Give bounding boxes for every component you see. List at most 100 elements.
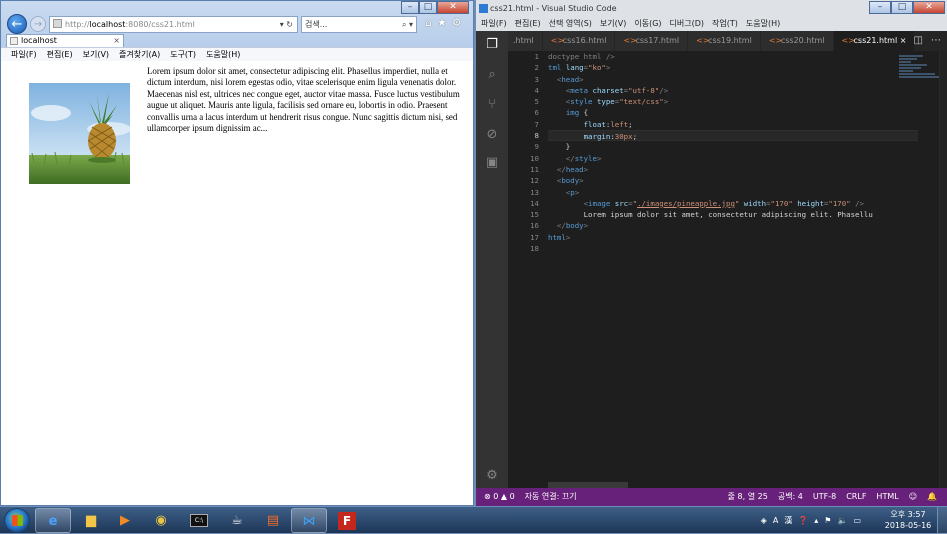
- code-line[interactable]: doctype html />: [548, 51, 918, 62]
- home-icon[interactable]: ⌂: [425, 16, 432, 29]
- code-line[interactable]: <meta charset="utf-8"/>: [548, 85, 918, 96]
- taskbar-vscode[interactable]: ⋈: [291, 508, 327, 533]
- code-token: >: [583, 221, 589, 231]
- taskbar-explorer[interactable]: ▆: [73, 508, 109, 533]
- language-mode[interactable]: HTML: [876, 488, 898, 506]
- maximize-button[interactable]: □: [891, 1, 913, 14]
- code-editor[interactable]: 1 2 3 4 5 6 7 8 9 10 11 12 13 14 15 16 17 18 doctype html…: [508, 51, 947, 488]
- code-line[interactable]: img {: [548, 107, 918, 118]
- menu-edit[interactable]: 편집(E): [47, 48, 73, 61]
- taskbar-media[interactable]: ▶: [107, 508, 143, 533]
- address-bar[interactable]: http://localhost:8080/css21.html ▾ ↻: [49, 16, 298, 33]
- menu-favorites[interactable]: 즐겨찾기(A): [119, 48, 160, 61]
- tab-css16[interactable]: <> css16.html: [542, 31, 616, 51]
- menu-help[interactable]: 도움말(H): [206, 48, 240, 61]
- menu-debug[interactable]: 디버그(D): [670, 18, 704, 31]
- vertical-scrollbar[interactable]: [939, 51, 947, 488]
- debug-icon[interactable]: ⊘: [484, 127, 500, 143]
- hanja-icon[interactable]: 漢: [784, 515, 792, 526]
- taskbar-java[interactable]: ☕: [219, 508, 255, 533]
- code-line[interactable]: <body>: [548, 175, 918, 186]
- menu-view[interactable]: 보기(V): [600, 18, 626, 31]
- indentation[interactable]: 공백: 4: [778, 488, 803, 506]
- clock[interactable]: 오후 3:57 2018-05-16: [883, 509, 933, 531]
- network-icon[interactable]: ▭: [853, 516, 861, 525]
- language-bar-icon[interactable]: ◈: [761, 516, 767, 525]
- code-line[interactable]: <p>: [548, 187, 918, 198]
- ie-tab[interactable]: localhost ×: [6, 34, 124, 47]
- tab-css17[interactable]: <> css17.html: [615, 31, 689, 51]
- more-icon[interactable]: ⋯: [931, 31, 941, 51]
- action-center-icon[interactable]: ⚑: [824, 516, 831, 525]
- minimize-button[interactable]: –: [869, 1, 891, 14]
- menu-tools[interactable]: 도구(T): [170, 48, 196, 61]
- code-line[interactable]: </body>: [548, 220, 918, 231]
- close-icon[interactable]: ×: [113, 35, 120, 47]
- search-icon[interactable]: ⌕ ▾: [402, 17, 413, 32]
- code-line[interactable]: Lorem ipsum dolor sit amet, consectetur …: [548, 209, 918, 220]
- cursor-position[interactable]: 줄 8, 열 25: [728, 488, 768, 506]
- source-control-icon[interactable]: ⑂: [484, 97, 500, 113]
- code-line[interactable]: [548, 243, 918, 254]
- menu-view[interactable]: 보기(V): [83, 48, 109, 61]
- code-area[interactable]: doctype html /> tml lang="ko"> <head> <me…: [548, 51, 918, 254]
- code-line[interactable]: margin:30px;: [548, 130, 918, 142]
- tab-html[interactable]: .html: [508, 31, 543, 51]
- menu-go[interactable]: 이동(G): [634, 18, 661, 31]
- taskbar-filezilla[interactable]: F: [329, 508, 365, 533]
- back-button[interactable]: ←: [7, 14, 27, 34]
- code-line[interactable]: </head>: [548, 164, 918, 175]
- star-icon[interactable]: ★: [437, 16, 447, 29]
- code-line[interactable]: <style type="text/css">: [548, 96, 918, 107]
- code-line[interactable]: <image src="./images/pineapple.jpg" widt…: [548, 198, 918, 209]
- show-hidden-icons[interactable]: ▴: [814, 516, 818, 525]
- gear-icon[interactable]: ⚙: [452, 16, 462, 29]
- problems-status[interactable]: ⊗ 0 ▲ 0: [484, 488, 515, 506]
- volume-icon[interactable]: 🔈: [837, 516, 847, 525]
- feedback-icon[interactable]: ☺: [909, 488, 917, 506]
- minimap[interactable]: [899, 55, 939, 85]
- forward-button[interactable]: →: [30, 16, 46, 32]
- line-ending[interactable]: CRLF: [846, 488, 866, 506]
- line-number: 5: [534, 97, 539, 107]
- ime-mode-icon[interactable]: A: [773, 516, 778, 525]
- tab-css20[interactable]: <> css20.html: [760, 31, 834, 51]
- menu-file[interactable]: 파일(F): [11, 48, 37, 61]
- taskbar-app[interactable]: ▤: [255, 508, 291, 533]
- close-icon[interactable]: ×: [900, 36, 907, 45]
- taskbar-ie[interactable]: e: [35, 508, 71, 533]
- encoding[interactable]: UTF-8: [813, 488, 836, 506]
- code-line[interactable]: }: [548, 141, 918, 152]
- code-token: meta: [570, 85, 593, 95]
- show-desktop-button[interactable]: [937, 507, 947, 534]
- gear-icon[interactable]: ⚙: [484, 468, 500, 484]
- tab-css19[interactable]: <> css19.html: [688, 31, 761, 51]
- files-icon[interactable]: ❐: [484, 37, 500, 53]
- split-editor-icon[interactable]: ◫: [914, 31, 923, 51]
- search-input[interactable]: 검색... ⌕ ▾: [301, 16, 417, 33]
- refresh-icon[interactable]: ▾ ↻: [280, 17, 293, 32]
- auto-attach-status[interactable]: 자동 연결: 끄기: [525, 488, 577, 506]
- start-button[interactable]: [4, 508, 30, 533]
- code-line[interactable]: tml lang="ko">: [548, 62, 918, 73]
- code-line[interactable]: html>: [548, 232, 918, 243]
- close-button[interactable]: ✕: [913, 1, 945, 14]
- close-button[interactable]: ✕: [437, 1, 469, 14]
- minimize-button[interactable]: –: [401, 1, 419, 14]
- code-line[interactable]: float:left;: [548, 119, 918, 130]
- menu-edit[interactable]: 편집(E): [515, 18, 541, 31]
- help-icon[interactable]: ❓: [798, 516, 808, 525]
- code-line[interactable]: </style>: [548, 153, 918, 164]
- search-icon[interactable]: ⌕: [484, 67, 500, 83]
- menu-help[interactable]: 도움말(H): [746, 18, 780, 31]
- bell-icon[interactable]: 🔔: [927, 488, 937, 506]
- menu-selection[interactable]: 선택 영역(S): [549, 18, 592, 31]
- tab-css21[interactable]: <> css21.html ×: [833, 31, 916, 51]
- taskbar-cmd[interactable]: C:\: [181, 508, 217, 533]
- menu-tasks[interactable]: 작업(T): [712, 18, 738, 31]
- code-line[interactable]: <head>: [548, 74, 918, 85]
- maximize-button[interactable]: □: [419, 1, 437, 14]
- menu-file[interactable]: 파일(F): [481, 18, 507, 31]
- extensions-icon[interactable]: ▣: [484, 155, 500, 171]
- taskbar-chrome[interactable]: ◉: [143, 508, 179, 533]
